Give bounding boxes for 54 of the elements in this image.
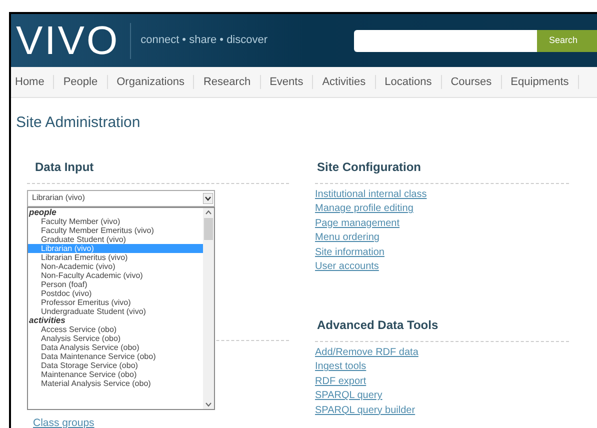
dropdown-option[interactable]: Material Analysis Service (obo): [28, 378, 203, 388]
option-group-label: activities: [28, 316, 66, 324]
admin-link[interactable]: SPARQL query builder: [315, 404, 416, 418]
dropdown-option[interactable]: Non-Academic (vivo): [28, 262, 203, 270]
page-title: Site Administration: [16, 113, 142, 133]
chevron-down-icon: [203, 192, 213, 204]
type-select[interactable]: Librarian (vivo): [27, 190, 215, 206]
nav-link[interactable]: Equipments: [502, 74, 578, 90]
admin-link[interactable]: Menu ordering: [315, 231, 380, 246]
dropdown-option[interactable]: Librarian Emeritus (vivo): [28, 252, 203, 262]
search-field[interactable]: [354, 30, 537, 52]
dropdown-option[interactable]: Faculty Member (vivo): [28, 216, 203, 226]
scrollbar-thumb[interactable]: [204, 218, 213, 240]
dropdown-option[interactable]: Non-Faculty Academic (vivo): [28, 270, 203, 280]
dropdown-option[interactable]: Maintenance Service (obo): [28, 370, 203, 378]
nav-link[interactable]: Research: [194, 74, 260, 90]
admin-link[interactable]: Add/Remove RDF data: [315, 346, 418, 360]
dropdown-option[interactable]: Person (foaf): [28, 280, 203, 288]
admin-link[interactable]: Site information: [315, 246, 384, 260]
dropdown-option[interactable]: Data Analysis Service (obo): [28, 342, 203, 352]
section-heading: Advanced Data Tools: [317, 318, 438, 332]
nav-link[interactable]: Home: [11, 74, 54, 90]
nav-link[interactable]: Locations: [376, 74, 441, 90]
dropdown-option[interactable]: Analysis Service (obo): [28, 334, 203, 342]
admin-link[interactable]: Ingest tools: [315, 360, 366, 374]
section-heading: Data Input: [35, 160, 94, 174]
admin-link[interactable]: SPARQL query: [315, 389, 382, 404]
section-heading: Site Configuration: [317, 160, 421, 174]
nav-link[interactable]: Activities: [313, 74, 375, 90]
admin-link[interactable]: User accounts: [315, 260, 379, 274]
site-logo[interactable]: VIVO: [16, 20, 120, 60]
dropdown-option[interactable]: Postdoc (vivo): [28, 288, 203, 298]
nav-link[interactable]: People: [54, 74, 107, 90]
dropdown-option[interactable]: Data Maintenance Service (obo): [28, 352, 203, 360]
nav-link[interactable]: Organizations: [108, 74, 194, 90]
option-group-label: people: [28, 208, 56, 216]
admin-link[interactable]: Institutional internal class: [315, 188, 427, 202]
dropdown-option[interactable]: Professor Emeritus (vivo): [28, 298, 203, 306]
scroll-down-icon[interactable]: [205, 402, 212, 406]
dropdown-option[interactable]: Access Service (obo): [28, 324, 203, 334]
scroll-up-icon[interactable]: [205, 210, 212, 214]
nav-link[interactable]: Events: [260, 74, 312, 90]
nav-link[interactable]: Courses: [442, 74, 501, 90]
dropdown-option[interactable]: Faculty Member Emeritus (vivo): [28, 226, 203, 234]
admin-link[interactable]: Page management: [315, 216, 400, 231]
admin-link[interactable]: RDF export: [315, 374, 366, 389]
site-tagline: connect • share • discover: [140, 33, 268, 48]
class-groups-link[interactable]: Class groups: [33, 416, 94, 428]
admin-link[interactable]: Manage profile editing: [315, 202, 414, 216]
dropdown-option[interactable]: Graduate Student (vivo): [28, 234, 203, 244]
dropdown-option[interactable]: Data Storage Service (obo): [28, 360, 203, 370]
scrollbar[interactable]: [203, 208, 214, 408]
select-value: Librarian (vivo): [32, 192, 85, 204]
dropdown-option[interactable]: Undergraduate Student (vivo): [28, 306, 203, 316]
